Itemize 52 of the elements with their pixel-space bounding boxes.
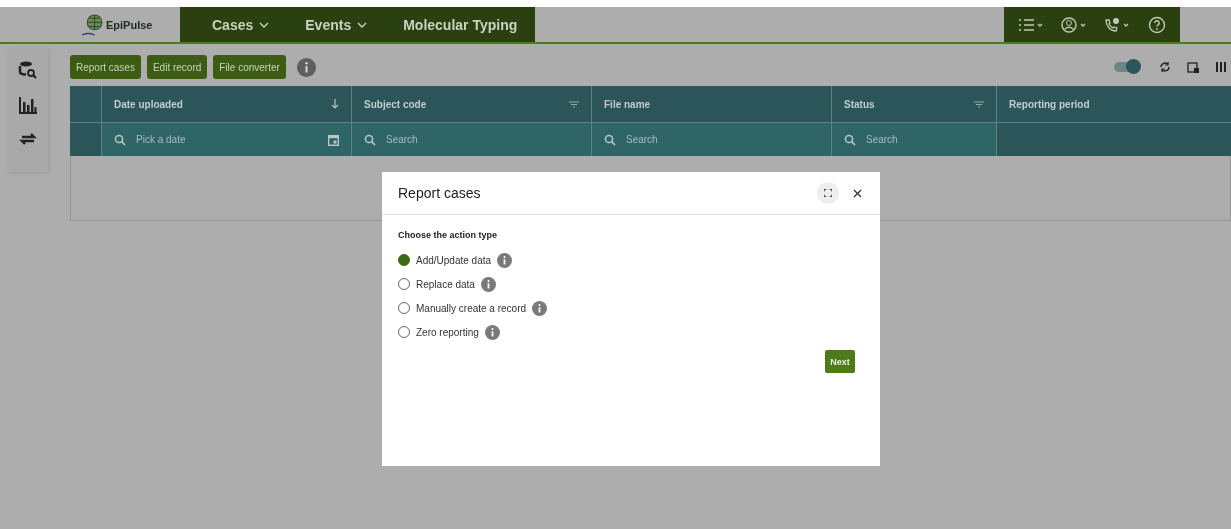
info-icon[interactable] [296,57,316,77]
calendar-icon[interactable] [328,133,339,146]
bar-chart-icon[interactable] [18,96,38,114]
search-icon [844,133,856,146]
next-button[interactable]: Next [825,350,855,373]
column-header[interactable]: Subject code [364,98,559,110]
sort-down-icon[interactable] [331,99,339,109]
database-search-icon[interactable] [18,60,38,80]
info-icon[interactable] [497,252,513,268]
brand-name[interactable]: EpiPulse [106,18,153,31]
option-label[interactable]: Replace data [416,278,475,290]
filter-icon[interactable] [569,100,579,108]
close-icon[interactable] [853,188,862,198]
column-header[interactable]: Status [844,98,964,110]
filter-field[interactable]: Search [386,134,579,145]
nav-menu-item[interactable]: Events [287,7,386,42]
toolbar-button[interactable]: Edit record [146,55,208,79]
user-account-icon[interactable] [1060,16,1087,33]
dialog-title: Report cases [398,185,481,201]
toggle-switch[interactable] [1114,62,1140,72]
refresh-icon[interactable] [1159,60,1171,74]
nav-menu-item[interactable]: Molecular Typing [385,7,536,42]
fullscreen-icon [824,189,832,197]
toolbar-button[interactable]: Report cases [70,55,141,79]
filter-field[interactable]: Search [626,134,819,145]
column-header[interactable]: Date uploaded [114,98,321,110]
option-label[interactable]: Manually create a record [416,302,527,314]
list-menu-icon[interactable] [1018,17,1045,32]
prompt-label: Choose the action type [398,230,498,240]
chevron-down-icon [357,21,368,28]
option-label[interactable]: Add/Update data [416,254,492,266]
fullscreen-button[interactable] [817,182,839,204]
search-icon [604,133,616,146]
globe-logo-icon [80,13,104,36]
filter-field[interactable]: Pick a date [136,134,318,145]
option-label[interactable]: Zero reporting [416,326,479,338]
info-icon[interactable] [484,324,500,340]
filter-icon[interactable] [974,100,984,108]
chevron-down-icon [259,21,270,28]
info-icon[interactable] [532,300,548,316]
search-icon [114,133,126,146]
toolbar-button[interactable]: File converter [213,55,286,79]
export-sheet-icon[interactable] [1187,60,1200,74]
info-icon[interactable] [480,276,496,292]
columns-icon[interactable] [1216,61,1226,73]
column-header[interactable]: File name [604,98,819,110]
column-header[interactable]: Reporting period [1009,98,1219,110]
nav-menu-item[interactable]: Cases [194,7,288,42]
filter-field[interactable]: Search [866,134,984,145]
search-icon [364,133,376,146]
help-icon[interactable] [1147,15,1166,34]
radio-button[interactable] [398,254,410,266]
